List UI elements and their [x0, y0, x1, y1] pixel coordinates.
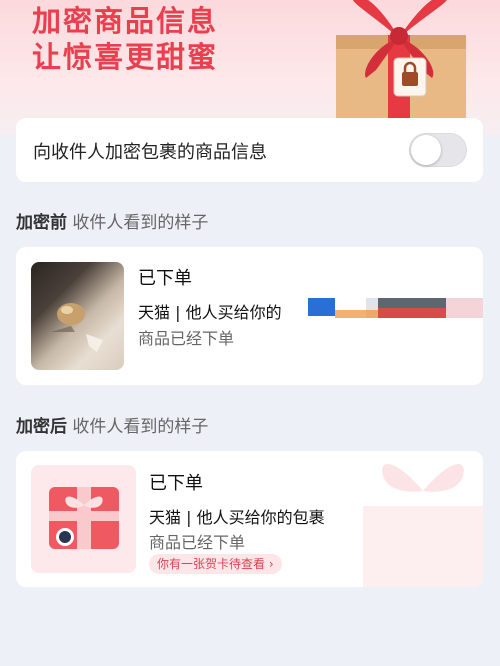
- greeting-card-link[interactable]: 你有一张贺卡待查看 ›: [149, 554, 282, 574]
- gift-box-illustration: [336, 0, 466, 125]
- hero-title-line2: 让惊喜更甜蜜: [32, 40, 219, 74]
- encrypt-setting-card: 向收件人加密包裹的商品信息: [16, 118, 483, 182]
- before-section-title: 加密前 收件人看到的样子: [16, 208, 208, 233]
- ribbon-watermark-icon: [363, 464, 483, 587]
- order-status: 已下单: [149, 473, 203, 494]
- product-photo: [31, 262, 124, 370]
- glitched-product-name: [308, 298, 483, 318]
- before-section-title-strong: 加密前: [16, 213, 67, 233]
- after-section-title: 加密后 收件人看到的样子: [16, 412, 208, 437]
- order-subtitle: 商品已经下单: [149, 533, 246, 552]
- order-title: 天猫 | 他人买给你的: [138, 303, 282, 322]
- before-preview-card: 已下单 天猫 | 他人买给你的 商品已经下单: [16, 247, 483, 385]
- encrypt-toggle-switch[interactable]: [409, 133, 467, 167]
- gift-package-thumbnail: [31, 465, 136, 573]
- hero-title-line1: 加密商品信息: [32, 4, 219, 38]
- order-title: 天猫 | 他人买给你的包裹: [149, 508, 325, 527]
- after-section-title-strong: 加密后: [16, 417, 67, 437]
- hero-banner: 加密商品信息 让惊喜更甜蜜: [0, 0, 500, 135]
- order-status: 已下单: [138, 268, 192, 289]
- after-preview-card: 已下单 天猫 | 他人买给你的包裹 商品已经下单 你有一张贺卡待查看 ›: [16, 451, 483, 587]
- before-section-title-rest: 收件人看到的样子: [72, 213, 209, 233]
- toggle-knob: [411, 135, 441, 165]
- after-section-title-rest: 收件人看到的样子: [72, 417, 209, 437]
- encrypt-setting-label: 向收件人加密包裹的商品信息: [33, 142, 267, 163]
- order-subtitle: 商品已经下单: [138, 329, 235, 348]
